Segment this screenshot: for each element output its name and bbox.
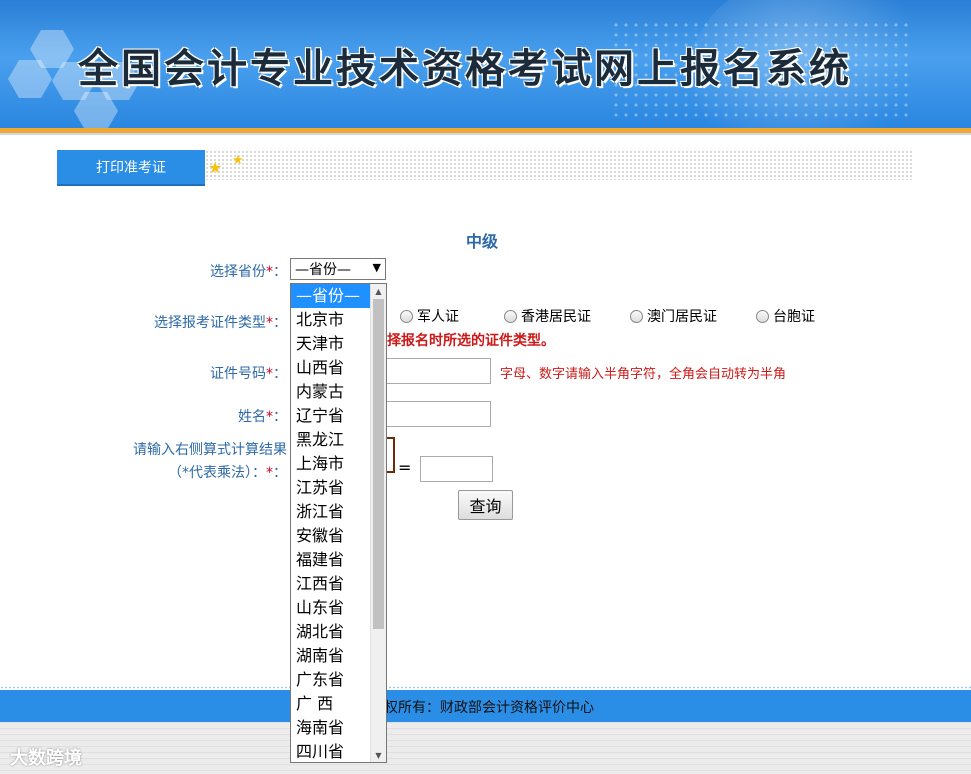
dropdown-option[interactable]: 湖北省 <box>291 620 371 644</box>
province-select[interactable]: —省份— ▼ <box>290 258 386 280</box>
radio-button[interactable] <box>504 309 517 323</box>
radio-military-id[interactable]: 军人证 <box>400 306 459 326</box>
scrollbar-thumb[interactable] <box>373 299 384 629</box>
scroll-up-arrow-icon[interactable]: ▲ <box>371 284 386 298</box>
header-divider <box>0 133 971 135</box>
dropdown-option[interactable]: 天津市 <box>291 332 371 356</box>
radio-button[interactable] <box>756 309 769 323</box>
dropdown-scrollbar[interactable]: ▲ ▼ <box>370 284 386 762</box>
level-heading: 中级 <box>466 232 499 251</box>
footer-bar: 权所有：财政部会计资格评价中心 <box>0 690 971 722</box>
dropdown-option[interactable]: 湖南省 <box>291 644 371 668</box>
radio-macau-id[interactable]: 澳门居民证 <box>630 306 717 326</box>
name-input[interactable] <box>370 401 491 427</box>
captcha-image <box>386 437 395 473</box>
system-title: 全国会计专业技术资格考试网上报名系统 <box>78 45 852 92</box>
captcha-label-line1: 请输入右侧算式计算结果 <box>133 442 287 458</box>
dropdown-option[interactable]: 安徽省 <box>291 524 371 548</box>
id-number-label: 证件号码*： <box>210 366 287 382</box>
captcha-answer-input[interactable] <box>420 456 493 482</box>
dropdown-option[interactable]: 江苏省 <box>291 476 371 500</box>
dropdown-option[interactable]: 福建省 <box>291 548 371 572</box>
dropdown-option[interactable]: 辽宁省 <box>291 404 371 428</box>
query-button[interactable]: 查询 <box>458 490 513 520</box>
dropdown-option[interactable]: 浙江省 <box>291 500 371 524</box>
watermark: 大数跨境 <box>10 748 82 769</box>
dropdown-option[interactable]: 黑龙江 <box>291 428 371 452</box>
dropdown-option[interactable]: 北京市 <box>291 308 371 332</box>
name-label: 姓名*： <box>238 409 287 425</box>
captcha-label-line2: （*代表乘法）：*： <box>168 465 287 481</box>
star-icon: ★ <box>232 153 244 168</box>
dropdown-option[interactable]: 上海市 <box>291 452 371 476</box>
radio-taiwan-id[interactable]: 台胞证 <box>756 306 815 326</box>
radio-button[interactable] <box>630 309 643 323</box>
province-dropdown-list[interactable]: —省份— 北京市 天津市 山西省 内蒙古 辽宁省 黑龙江 上海市 江苏省 浙江省… <box>290 283 387 763</box>
id-type-label: 选择报考证件类型*： <box>154 315 287 331</box>
dropdown-arrow-icon: ▼ <box>372 261 381 274</box>
id-type-warning: 择报名时所选的证件类型。 <box>387 333 555 349</box>
dropdown-option[interactable]: 江西省 <box>291 572 371 596</box>
dropdown-option[interactable]: 广 西 <box>291 692 371 716</box>
dropdown-option[interactable]: 山西省 <box>291 356 371 380</box>
star-icon: ★ <box>208 158 223 177</box>
id-number-input[interactable] <box>370 358 491 384</box>
footer-divider <box>0 686 971 689</box>
dropdown-option[interactable]: 四川省 <box>291 740 371 762</box>
dropdown-option[interactable]: 山东省 <box>291 596 371 620</box>
copyright-text: 权所有：财政部会计资格评价中心 <box>384 700 594 716</box>
scroll-down-arrow-icon[interactable]: ▼ <box>371 748 386 762</box>
radio-hongkong-id[interactable]: 香港居民证 <box>504 306 591 326</box>
tab-print-admission-ticket[interactable]: 打印准考证 <box>57 150 205 186</box>
id-number-hint: 字母、数字请输入半角字符，全角会自动转为半角 <box>500 367 787 382</box>
equals-sign: = <box>398 458 412 477</box>
dropdown-option[interactable]: —省份— <box>291 284 371 308</box>
dropdown-option[interactable]: 海南省 <box>291 716 371 740</box>
radio-button[interactable] <box>400 309 413 323</box>
dropdown-option[interactable]: 广东省 <box>291 668 371 692</box>
header-banner: 全国会计专业技术资格考试网上报名系统 <box>0 0 971 128</box>
province-label: 选择省份*： <box>210 264 287 280</box>
dropdown-option[interactable]: 内蒙古 <box>291 380 371 404</box>
footer-pattern <box>0 722 971 774</box>
province-select-value: —省份— <box>295 262 351 278</box>
